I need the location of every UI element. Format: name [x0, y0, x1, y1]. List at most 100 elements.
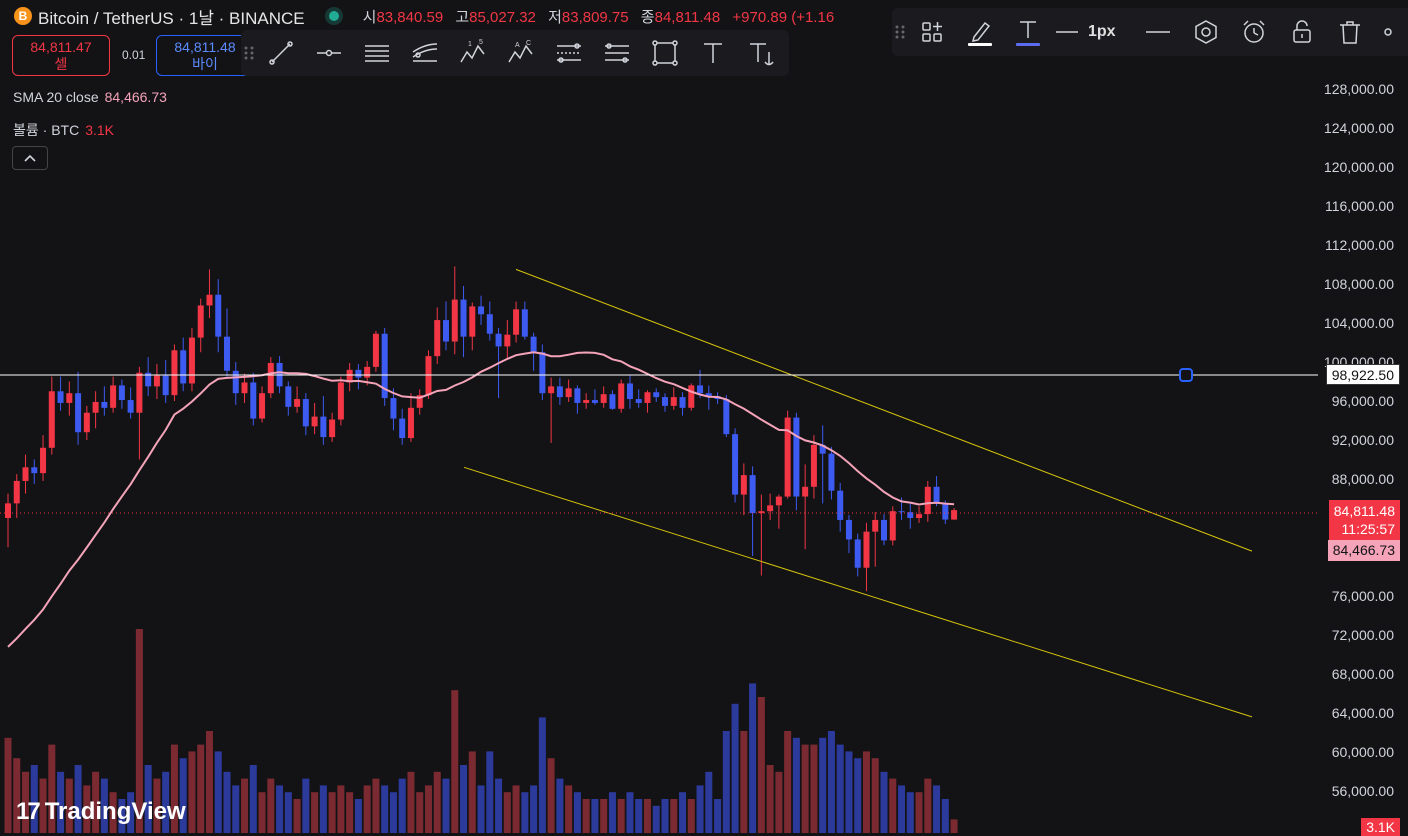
candle-body: [898, 511, 905, 513]
candle-body: [863, 531, 870, 568]
buy-button[interactable]: 84,811.48 바이: [156, 35, 254, 76]
volume-bar: [398, 778, 406, 833]
candle-body: [548, 386, 555, 394]
candle-body: [828, 453, 835, 491]
line-width-button[interactable]: 1px: [1052, 12, 1134, 52]
date-range-icon[interactable]: [545, 33, 593, 73]
volume-bar: [302, 778, 310, 833]
price-tick: 96,000.00: [1331, 393, 1394, 409]
candle-body: [153, 375, 160, 387]
price-tick: 120,000.00: [1323, 159, 1394, 175]
more-icon[interactable]: [1374, 12, 1394, 52]
price-tick: 88,000.00: [1331, 471, 1394, 487]
sma-legend[interactable]: SMA 20 close 84,466.73: [13, 89, 167, 105]
alert-icon[interactable]: [1230, 12, 1278, 52]
volume-bar: [722, 731, 730, 833]
market-status-icon[interactable]: [328, 11, 339, 21]
candle-body: [188, 337, 195, 384]
object-settings-icon[interactable]: [1182, 12, 1230, 52]
volume-bar: [477, 785, 485, 833]
elliott-wave-icon[interactable]: 15: [449, 33, 497, 73]
collapse-legend-button[interactable]: [12, 146, 48, 170]
parallel-lines-icon[interactable]: [353, 33, 401, 73]
volume-bar: [363, 785, 371, 833]
candle-body: [83, 412, 90, 433]
candle-body: [66, 393, 73, 403]
svg-text:1: 1: [468, 41, 472, 48]
tradingview-logo[interactable]: 17 TradingView: [16, 798, 186, 826]
volume-bar: [827, 731, 835, 833]
candle-body: [504, 334, 511, 347]
candle-body: [600, 394, 607, 403]
candle-body: [662, 397, 668, 406]
candle-body: [749, 475, 756, 514]
ohlc-high-key: 고: [455, 8, 470, 26]
lock-icon[interactable]: [1278, 12, 1326, 52]
volume-bar: [346, 792, 354, 833]
volume-bar: [547, 758, 555, 833]
delete-icon[interactable]: [1326, 12, 1374, 52]
candle-body: [723, 399, 730, 435]
trend-line-icon[interactable]: [257, 33, 305, 73]
pen-color-icon[interactable]: [956, 12, 1004, 52]
chart-canvas[interactable]: [0, 0, 1408, 833]
sell-button[interactable]: 84,811.47 셀: [12, 35, 110, 76]
text-color-icon[interactable]: [1004, 12, 1052, 52]
volume-bar: [792, 737, 800, 833]
volume-bar: [661, 799, 669, 833]
price-range-icon[interactable]: [593, 33, 641, 73]
fib-channel-icon[interactable]: [401, 33, 449, 73]
tradingview-logo-icon: 17: [16, 798, 41, 825]
line-style-icon[interactable]: [1134, 12, 1182, 52]
candle-body: [697, 385, 704, 394]
drag-handle-icon[interactable]: [241, 33, 257, 73]
volume-bar: [486, 751, 494, 833]
volume-bar: [626, 792, 634, 833]
candle-body: [845, 519, 852, 540]
drag-handle-icon[interactable]: [892, 12, 908, 52]
text-icon[interactable]: [689, 33, 737, 73]
channel-lower-line[interactable]: [463, 466, 1253, 718]
volume-bar: [311, 792, 319, 833]
chevron-up-icon: [24, 154, 36, 162]
anchored-text-icon[interactable]: [737, 33, 785, 73]
volume-legend[interactable]: 볼륨 · BTC 3.1K: [13, 120, 114, 140]
volume-bar: [889, 778, 897, 833]
candle-body: [916, 514, 923, 518]
candle-body: [486, 314, 493, 334]
volume-bar: [354, 799, 362, 833]
template-icon[interactable]: [908, 12, 956, 52]
ohlc-open-value: 83,840.59: [376, 8, 444, 26]
candle-body: [127, 400, 134, 413]
candle-body: [609, 394, 616, 409]
candle-body: [679, 397, 686, 408]
candle-body: [5, 503, 11, 518]
candle-body: [399, 418, 406, 439]
ohlc-close-value: 84,811.48: [654, 8, 721, 26]
candle-body: [425, 356, 432, 396]
volume-tag: 3.1K: [1361, 818, 1400, 836]
candle-body: [767, 505, 774, 512]
channel-upper-line[interactable]: [515, 268, 1253, 552]
price-tick: 68,000.00: [1331, 666, 1394, 682]
last-price-tag: 84,811.48 11:25:57: [1328, 500, 1400, 540]
volume-bar: [591, 799, 599, 833]
rectangle-icon[interactable]: [641, 33, 689, 73]
sma-line: [7, 351, 955, 648]
symbol-title[interactable]: Bitcoin / TetherUS · 1날 · BINANCE: [38, 4, 305, 29]
svg-text:5: 5: [479, 39, 483, 46]
abcd-pattern-icon[interactable]: AC: [497, 33, 545, 73]
volume-bar: [424, 785, 432, 833]
horizontal-ray-icon[interactable]: [305, 33, 353, 73]
horizontal-line-handle[interactable]: [1179, 368, 1193, 382]
candle-body: [688, 385, 695, 408]
volume-bar: [608, 792, 616, 833]
volume-bar: [714, 799, 722, 833]
volume-bar: [442, 778, 450, 833]
bitcoin-icon[interactable]: B: [14, 7, 32, 25]
volume-bar: [416, 792, 424, 833]
candle-body: [653, 392, 660, 398]
volume-bar: [460, 765, 468, 833]
candle-body: [478, 306, 485, 315]
candle-body: [110, 385, 117, 408]
